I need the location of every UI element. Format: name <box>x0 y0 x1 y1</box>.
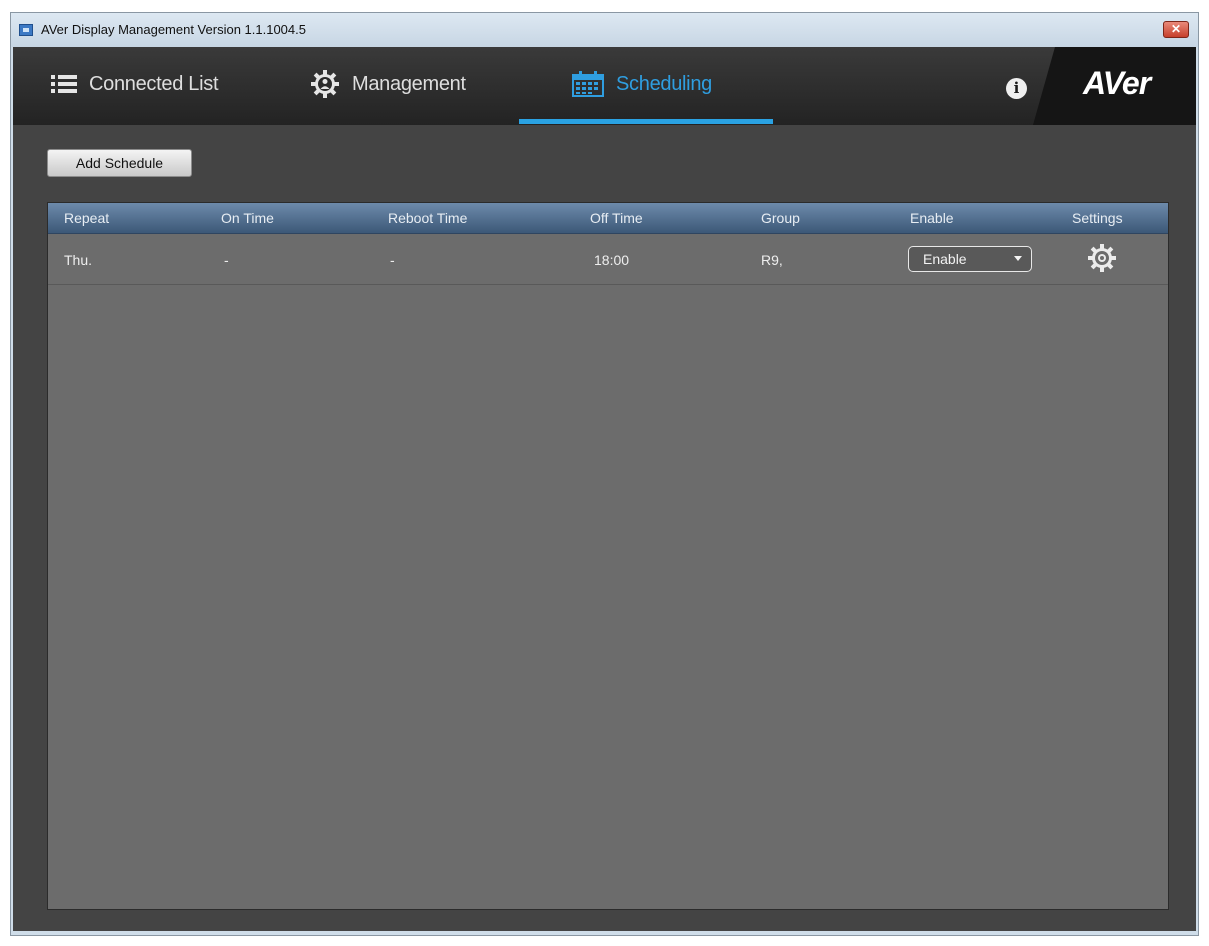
cell-on-time: - <box>224 252 229 268</box>
active-tab-indicator <box>519 119 773 124</box>
tab-scheduling-label: Scheduling <box>616 72 712 95</box>
scheduling-panel: Add Schedule Repeat On Time Reboot Time … <box>13 125 1196 931</box>
top-navigation: Connected List Management Scheduling i A… <box>13 47 1196 125</box>
tab-management-label: Management <box>352 72 466 95</box>
cell-group: R9, <box>761 252 783 268</box>
column-header-enable[interactable]: Enable <box>910 210 954 226</box>
cell-reboot-time: - <box>390 252 395 268</box>
enable-dropdown-value: Enable <box>923 251 967 267</box>
chevron-down-icon <box>1014 256 1022 261</box>
table-row[interactable]: Thu. - - 18:00 R9, Enable <box>48 234 1168 285</box>
settings-button[interactable] <box>1087 243 1117 273</box>
tab-scheduling[interactable]: Scheduling <box>572 69 712 99</box>
column-header-off-time[interactable]: Off Time <box>590 210 643 226</box>
aver-logo: AVer <box>1083 65 1151 101</box>
app-icon <box>19 24 33 36</box>
schedule-table: Repeat On Time Reboot Time Off Time Grou… <box>47 202 1169 910</box>
info-button[interactable]: i <box>1006 78 1027 99</box>
column-header-repeat[interactable]: Repeat <box>64 210 109 226</box>
cell-repeat: Thu. <box>64 252 93 268</box>
window-title: AVer Display Management Version 1.1.1004… <box>41 22 306 37</box>
enable-dropdown[interactable]: Enable <box>908 246 1032 272</box>
list-icon <box>51 74 77 94</box>
title-bar: AVer Display Management Version 1.1.1004… <box>11 13 1198 47</box>
table-header: Repeat On Time Reboot Time Off Time Grou… <box>48 203 1168 234</box>
calendar-icon <box>572 71 604 97</box>
gear-icon <box>1088 244 1116 272</box>
tab-management[interactable]: Management <box>310 69 466 99</box>
gear-person-icon <box>310 69 340 99</box>
column-header-group[interactable]: Group <box>761 210 800 226</box>
cell-off-time: 18:00 <box>594 252 630 268</box>
column-header-settings[interactable]: Settings <box>1072 210 1123 226</box>
tab-connected-list-label: Connected List <box>89 72 219 95</box>
client-area: Connected List Management Scheduling i A… <box>13 47 1196 931</box>
close-button[interactable]: ✕ <box>1163 21 1189 38</box>
app-window: AVer Display Management Version 1.1.1004… <box>10 12 1199 936</box>
column-header-reboot-time[interactable]: Reboot Time <box>388 210 467 226</box>
tab-connected-list[interactable]: Connected List <box>51 69 219 99</box>
column-header-on-time[interactable]: On Time <box>221 210 274 226</box>
add-schedule-button[interactable]: Add Schedule <box>47 149 192 177</box>
